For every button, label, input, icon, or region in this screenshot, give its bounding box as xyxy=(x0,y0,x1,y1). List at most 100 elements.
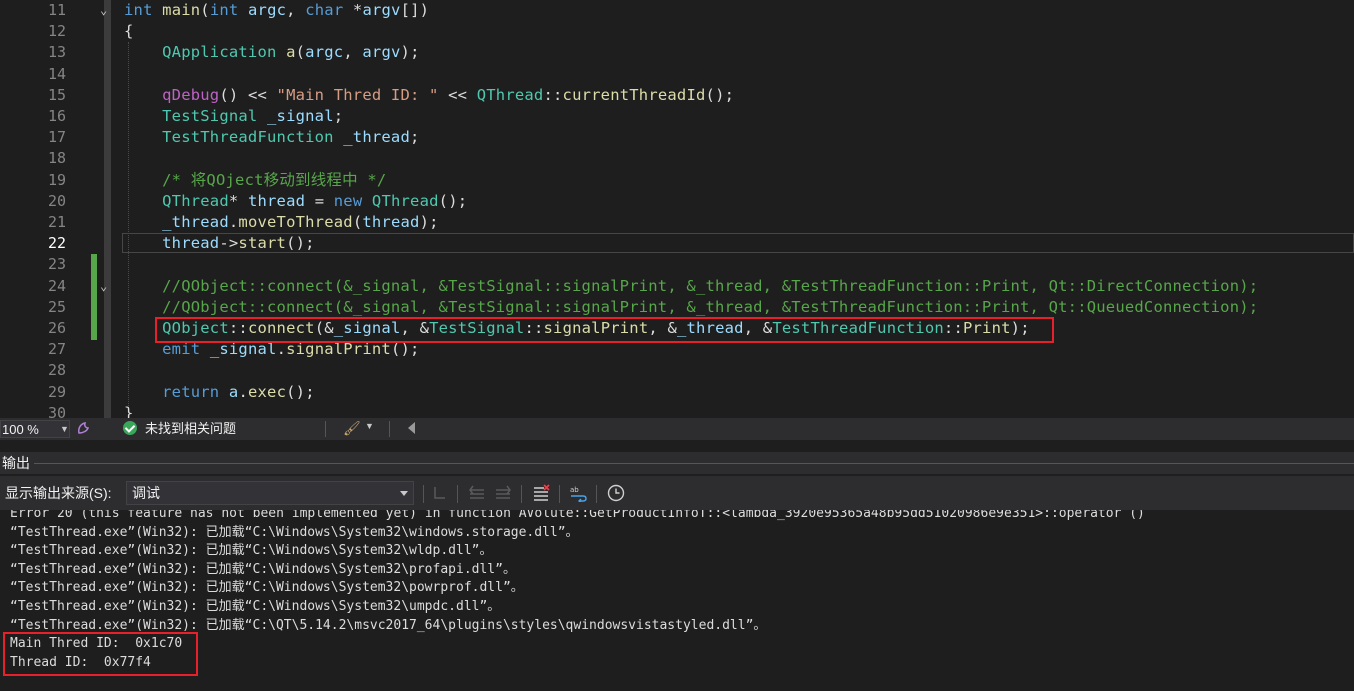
line-number: 24 xyxy=(47,276,66,295)
code-token: []) xyxy=(400,1,430,19)
code-line[interactable]: 17 TestThreadFunction _thread; xyxy=(0,127,1354,148)
code-line[interactable]: 13 QApplication a(argc, argv); xyxy=(0,42,1354,63)
code-line[interactable]: 18 xyxy=(0,148,1354,169)
code-line[interactable]: 29 return a.exec(); xyxy=(0,382,1354,403)
divider xyxy=(423,485,424,503)
code-token: int xyxy=(209,1,239,19)
code-text: //QObject::connect(&_signal, &TestSignal… xyxy=(124,276,1258,297)
code-line[interactable]: 21 _thread.moveToThread(thread); xyxy=(0,212,1354,233)
code-text: //QObject::connect(&_signal, &TestSignal… xyxy=(124,297,1258,318)
scroll-left-icon[interactable] xyxy=(408,422,415,434)
code-text: QThread* thread = new QThread(); xyxy=(124,191,467,212)
clear-all-icon[interactable] xyxy=(532,484,550,502)
intellicode-icon[interactable] xyxy=(76,421,90,435)
line-number: 29 xyxy=(47,382,66,401)
code-token: ); xyxy=(419,213,439,231)
line-number: 21 xyxy=(47,213,66,231)
code-text: TestSignal _signal; xyxy=(124,106,343,127)
previous-message-icon[interactable] xyxy=(468,484,486,502)
line-number: 28 xyxy=(47,361,66,380)
source-value: 调试 xyxy=(132,485,160,501)
code-token: //QObject::connect(&_signal, &TestSignal… xyxy=(162,276,1259,295)
code-text: return a.exec(); xyxy=(124,382,315,403)
code-token: (); xyxy=(438,191,468,210)
code-token: argv xyxy=(362,43,401,62)
divider xyxy=(559,485,560,503)
output-line: “TestThread.exe”(Win32): 已加载“C:\Windows\… xyxy=(10,580,524,596)
annotation-highlight-box xyxy=(3,632,198,676)
code-token: , xyxy=(343,43,363,62)
output-line: “TestThread.exe”(Win32): 已加载“C:\Windows\… xyxy=(10,543,493,559)
code-line[interactable]: 28 xyxy=(0,360,1354,381)
code-line[interactable]: 14 xyxy=(0,64,1354,85)
line-number: 12 xyxy=(47,22,66,41)
code-token: QThread xyxy=(371,191,439,210)
code-line[interactable]: 24 //QObject::connect(&_signal, &TestSig… xyxy=(0,276,1354,297)
code-line[interactable]: 25 //QObject::connect(&_signal, &TestSig… xyxy=(0,297,1354,318)
divider xyxy=(389,421,390,437)
next-message-icon[interactable] xyxy=(494,484,512,502)
divider xyxy=(521,485,522,503)
code-token: "Main Thred ID: " xyxy=(276,85,439,104)
code-line[interactable]: 11 int main(int argc, char *argv[]) xyxy=(0,0,1354,21)
code-line[interactable]: 15 qDebug() << "Main Thred ID: " << QThr… xyxy=(0,85,1354,106)
code-line[interactable]: 23 xyxy=(0,254,1354,275)
divider xyxy=(457,485,458,503)
output-text-area[interactable]: Error 20 (this feature has not been impl… xyxy=(0,510,1354,691)
divider xyxy=(596,485,597,503)
code-line[interactable]: 19 /* 将QOject移动到线程中 */ xyxy=(0,170,1354,191)
code-token: ; xyxy=(333,107,344,125)
panel-title[interactable]: 输出 xyxy=(2,454,30,472)
code-token: a xyxy=(228,382,239,401)
find-message-icon[interactable] xyxy=(431,484,449,502)
code-token: return xyxy=(162,382,220,401)
zoom-value: 100 % xyxy=(2,422,39,437)
code-text: /* 将QOject移动到线程中 */ xyxy=(124,170,386,191)
source-dropdown[interactable]: 调试 xyxy=(126,481,414,505)
code-token: ; xyxy=(410,128,420,147)
code-line[interactable]: 12 { xyxy=(0,21,1354,42)
panel-header: 输出 xyxy=(0,452,1354,474)
code-cleanup-icon[interactable]: 🖌 xyxy=(343,420,361,437)
code-token: //QObject::connect(&_signal, &TestSignal… xyxy=(162,297,1259,316)
annotation-highlight-box xyxy=(155,317,1054,343)
code-token: new xyxy=(333,191,363,210)
output-line: Error 20 (this feature has not been impl… xyxy=(10,510,1145,521)
line-number: 23 xyxy=(47,255,66,274)
issues-status[interactable]: 未找到相关问题 xyxy=(145,421,236,437)
code-token: (); xyxy=(286,382,315,401)
code-token: (); xyxy=(286,234,315,253)
code-line[interactable]: 16 TestSignal _signal; xyxy=(0,106,1354,127)
editor-status-strip: 100 % ▼ 未找到相关问题 🖌 ▼ xyxy=(0,418,1354,440)
zoom-dropdown[interactable]: 100 % ▼ xyxy=(0,420,70,438)
code-token: { xyxy=(124,22,134,41)
code-token: _signal xyxy=(267,107,334,125)
code-token: , xyxy=(286,1,306,19)
source-label: 显示输出来源(S): xyxy=(5,485,112,501)
code-line[interactable]: 30} xyxy=(0,403,1354,418)
code-token: . xyxy=(228,213,239,231)
clock-icon[interactable] xyxy=(607,484,625,502)
code-token: currentThreadId xyxy=(562,85,706,104)
code-token: ( xyxy=(295,43,306,62)
word-wrap-icon[interactable]: ab xyxy=(569,484,587,502)
check-circle-icon xyxy=(123,421,137,435)
code-editor[interactable]: ⌄ ⌄ 11 int main(int argc, char *argv[]) 12… xyxy=(0,0,1354,418)
code-token: int xyxy=(124,1,153,19)
chevron-down-icon[interactable]: ▼ xyxy=(365,421,374,431)
code-token: main xyxy=(162,1,201,19)
line-number: 20 xyxy=(47,191,66,210)
line-number: 16 xyxy=(47,107,66,125)
code-line[interactable]: 20 QThread* thread = new QThread(); xyxy=(0,191,1354,212)
line-number: 18 xyxy=(47,149,66,168)
code-line[interactable]: 22 thread->start(); xyxy=(0,233,1354,254)
